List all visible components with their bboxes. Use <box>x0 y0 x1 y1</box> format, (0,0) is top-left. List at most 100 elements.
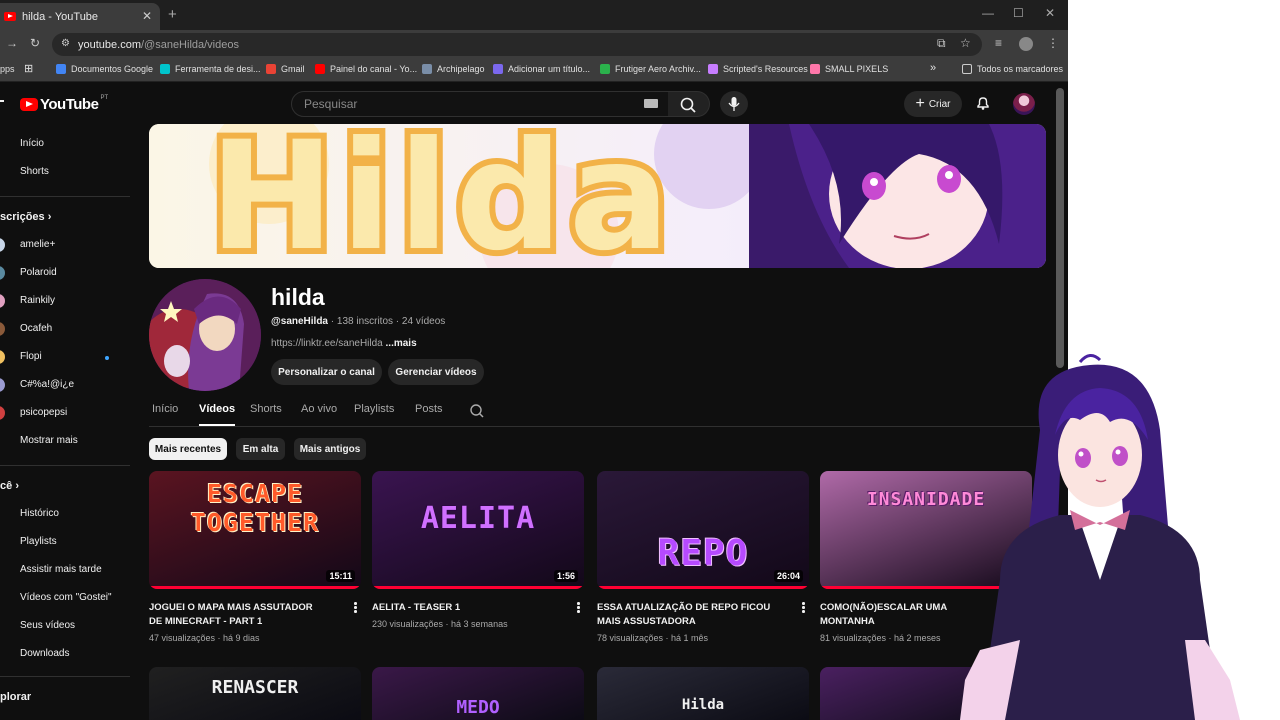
channel-handle: @saneHilda <box>271 316 328 327</box>
bookmark-item[interactable]: Gmail <box>266 64 305 74</box>
search-button[interactable] <box>668 91 710 117</box>
sidebar-item-subscription[interactable]: amelie+ <box>20 239 55 253</box>
channel-description[interactable]: https://linktr.ee/saneHilda ...mais <box>271 338 417 349</box>
search-input[interactable]: Pesquisar <box>291 91 669 117</box>
close-window-icon[interactable]: ✕ <box>1045 6 1055 20</box>
bookmark-item[interactable]: Scripted's Resources <box>708 64 808 74</box>
video-thumbnail[interactable]: REPO 26:04 <box>597 471 809 589</box>
sidebar-item-you[interactable]: Downloads <box>20 648 69 662</box>
video-thumbnail[interactable]: AELITA 1:56 <box>372 471 584 589</box>
sidebar-divider <box>0 465 130 466</box>
explore-header[interactable]: plorar <box>0 691 31 703</box>
keyboard-icon[interactable] <box>644 99 658 108</box>
more-actions-icon[interactable] <box>577 602 580 614</box>
video-thumbnail[interactable]: MEDO <box>372 667 584 720</box>
bookmark-star-icon[interactable]: ☆ <box>960 36 971 50</box>
sidebar-item-home[interactable]: Início <box>20 138 44 152</box>
bookmark-item[interactable]: Adicionar um título... <box>493 64 590 74</box>
tab-posts[interactable]: Posts <box>415 403 443 415</box>
tab-home[interactable]: Início <box>152 403 178 415</box>
watch-progress-bar <box>597 586 809 589</box>
bookmark-label: Gmail <box>281 64 305 74</box>
close-tab-icon[interactable]: ✕ <box>142 9 152 23</box>
bookmark-item[interactable]: Frutiger Aero Archiv... <box>600 64 701 74</box>
tab-videos[interactable]: Vídeos <box>199 403 235 415</box>
media-controls-icon[interactable]: ≡ <box>995 36 1002 50</box>
apps-shortcut[interactable]: pps <box>0 64 15 74</box>
video-thumbnail[interactable]: RENASCER <box>149 667 361 720</box>
more-actions-icon[interactable] <box>354 602 357 614</box>
browser-tab[interactable]: hilda - YouTube ✕ <box>0 3 160 30</box>
more-bookmarks-icon[interactable]: » <box>930 62 936 74</box>
forward-icon[interactable]: → <box>6 36 18 50</box>
channel-avatar[interactable] <box>149 279 261 391</box>
chip-latest[interactable]: Mais recentes <box>149 438 227 460</box>
video-thumbnail[interactable]: ESCAPE TOGETHER 15:11 <box>149 471 361 589</box>
all-bookmarks[interactable]: Todos os marcadores <box>962 64 1063 74</box>
watch-progress-bar <box>372 586 584 589</box>
bookmark-item[interactable]: Documentos Google <box>56 64 153 74</box>
account-avatar[interactable] <box>1013 93 1035 115</box>
sidebar-item-shorts[interactable]: Shorts <box>20 166 49 180</box>
you-label: cê <box>0 480 13 492</box>
browser-menu-icon[interactable]: ⋮ <box>1047 36 1059 50</box>
sidebar-item-you[interactable]: Histórico <box>20 508 59 522</box>
show-more-button[interactable]: Mostrar mais <box>20 435 78 449</box>
maximize-icon[interactable]: ☐ <box>1013 6 1024 20</box>
sidebar-item-you[interactable]: Assistir mais tarde <box>20 564 102 578</box>
site-info-icon[interactable]: ⚙ <box>61 38 70 49</box>
sidebar-item-subscription[interactable]: Ocafeh <box>20 323 52 337</box>
subscription-avatar <box>0 350 5 364</box>
subscriptions-header[interactable]: scrições › <box>0 211 51 223</box>
browser-window: hilda - YouTube ✕ + — ☐ ✕ → ↻ ⚙ youtube.… <box>0 0 1068 720</box>
sidebar-item-you[interactable]: Seus vídeos <box>20 620 75 634</box>
page-scrollbar[interactable] <box>1056 88 1064 368</box>
voice-search-button[interactable] <box>720 91 748 117</box>
reload-icon[interactable]: ↻ <box>30 36 40 50</box>
tab-playlists[interactable]: Playlists <box>354 403 394 415</box>
bookmark-item[interactable]: SMALL PIXELS <box>810 64 888 74</box>
profile-icon[interactable] <box>1019 37 1033 51</box>
more-link[interactable]: ...mais <box>386 338 417 349</box>
notifications-bell-icon[interactable] <box>975 95 991 111</box>
video-title[interactable]: AELITA - TEASER 1 <box>372 601 550 615</box>
sidebar-item-subscription[interactable]: psicopepsi <box>20 407 67 421</box>
video-title[interactable]: JOGUEI O MAPA MAIS ASSUTADOR DE MINECRAF… <box>149 601 327 629</box>
bookmark-label: Ferramenta de desi... <box>175 64 261 74</box>
bookmark-item[interactable]: Ferramenta de desi... <box>160 64 261 74</box>
customize-channel-button[interactable]: Personalizar o canal <box>271 359 382 385</box>
guide-menu-icon[interactable] <box>0 100 4 102</box>
more-actions-icon[interactable] <box>802 602 805 614</box>
minimize-icon[interactable]: — <box>982 6 994 20</box>
sidebar-item-subscription[interactable]: C#%a!@i¿e <box>20 379 74 393</box>
apps-grid-icon[interactable]: ⊞ <box>24 62 33 75</box>
video-card[interactable]: AELITA 1:56 AELITA - TEASER 1 230 visualiza… <box>372 471 584 629</box>
sidebar-item-you[interactable]: Vídeos com "Gostei" <box>20 592 112 606</box>
sidebar-item-subscription[interactable]: Polaroid <box>20 267 57 281</box>
video-card[interactable]: ESCAPE TOGETHER 15:11 JOGUEI O MAPA MAIS A… <box>149 471 361 643</box>
tab-live[interactable]: Ao vivo <box>301 403 337 415</box>
chip-popular[interactable]: Em alta <box>236 438 285 460</box>
manage-videos-button[interactable]: Gerenciar vídeos <box>388 359 484 385</box>
address-bar[interactable]: ⚙ youtube.com/@saneHilda/videos <box>52 33 982 56</box>
sidebar-item-subscription[interactable]: Rainkily <box>20 295 55 309</box>
bookmark-item[interactable]: Archipelago <box>422 64 485 74</box>
sidebar-item-subscription[interactable]: Flopi <box>20 351 42 365</box>
bookmark-item[interactable]: Painel do canal - Yo... <box>315 64 417 74</box>
bookmark-label: Adicionar um título... <box>508 64 591 74</box>
bookmark-label: Scripted's Resources <box>723 64 808 74</box>
create-button[interactable]: + Criar <box>904 91 962 117</box>
video-title[interactable]: ESSA ATUALIZAÇÃO DE REPO FICOU MAIS ASSU… <box>597 601 775 629</box>
channel-search-icon[interactable] <box>469 403 485 419</box>
new-tab-icon[interactable]: + <box>168 6 177 23</box>
chip-oldest[interactable]: Mais antigos <box>294 438 366 460</box>
banner-title-fill: Hilda <box>209 124 676 268</box>
sidebar-item-you[interactable]: Playlists <box>20 536 57 550</box>
youtube-logo[interactable]: YouTube PT <box>20 95 108 113</box>
you-header[interactable]: cê › <box>0 480 19 492</box>
install-app-icon[interactable]: ⧉ <box>937 36 946 51</box>
video-thumbnail[interactable]: Hilda <box>597 667 809 720</box>
tab-shorts[interactable]: Shorts <box>250 403 282 415</box>
video-card[interactable]: REPO 26:04 ESSA ATUALIZAÇÃO DE REPO FICOU … <box>597 471 809 643</box>
bookmark-favicon-icon <box>600 64 610 74</box>
